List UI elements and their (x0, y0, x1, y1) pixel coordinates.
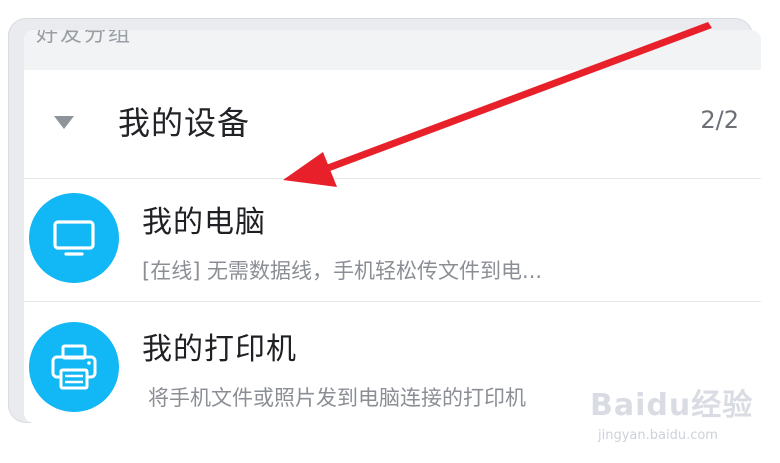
device-description: 将手机文件或照片发到电脑连接的打印机 (148, 386, 526, 410)
device-description: [在线] 无需数据线，手机轻松传文件到电... (142, 259, 543, 283)
watermark-url: jingyan.baidu.com (598, 428, 718, 443)
device-item-my-computer[interactable]: 我的电脑 [在线] 无需数据线，手机轻松传文件到电... (24, 179, 761, 302)
group-count: 2/2 (700, 106, 739, 134)
device-name: 我的电脑 (142, 205, 266, 240)
monitor-icon (29, 193, 119, 283)
group-my-devices[interactable]: 我的设备 2/2 (24, 70, 761, 179)
screenshot-stage: 好友分组 我的设备 2/2 我的电脑 [在线] 无需数据线，手机轻松传文件到电.… (0, 0, 780, 463)
printer-icon (29, 322, 119, 412)
contacts-list: 好友分组 我的设备 2/2 我的电脑 [在线] 无需数据线，手机轻松传文件到电.… (24, 30, 761, 423)
device-item-my-printer[interactable]: 我的打印机 将手机文件或照片发到电脑连接的打印机 (24, 302, 761, 423)
device-name: 我的打印机 (142, 332, 297, 367)
contacts-panel: 好友分组 我的设备 2/2 我的电脑 [在线] 无需数据线，手机轻松传文件到电.… (8, 18, 761, 423)
triangle-down-icon[interactable] (54, 116, 74, 129)
friend-group-header-cropped: 好友分组 (24, 30, 761, 70)
group-title: 我的设备 (118, 104, 251, 142)
friend-group-label: 好友分组 (36, 30, 133, 47)
